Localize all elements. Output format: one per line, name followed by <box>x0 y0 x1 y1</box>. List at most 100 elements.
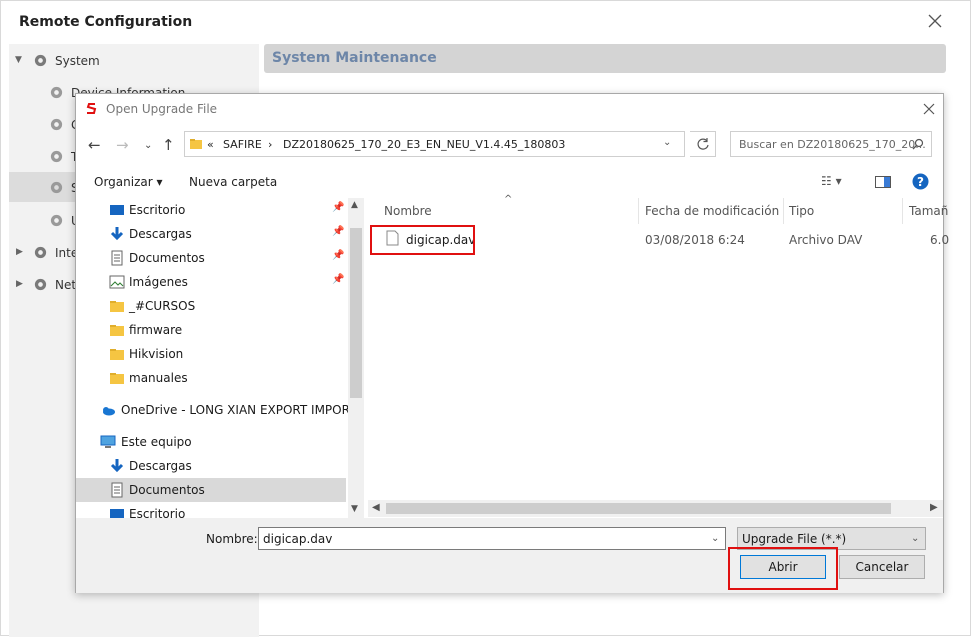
nav-item-documentos[interactable]: Documentos 📌 <box>76 246 346 270</box>
document-icon <box>111 482 123 498</box>
nav-item-firmware[interactable]: firmware <box>76 318 346 342</box>
nav-pane-scrollbar[interactable]: ▲ ▼ <box>348 198 364 518</box>
breadcrumb-current-folder[interactable]: DZ20180625_170_20_E3_EN_NEU_V1.4.45_1808… <box>283 138 565 151</box>
tree-item-label: System <box>55 54 100 68</box>
nav-item-label: Imágenes <box>129 275 188 289</box>
column-divider[interactable] <box>783 198 784 224</box>
pin-icon[interactable]: 📌 <box>332 274 344 285</box>
expand-arrow-icon[interactable]: ▶ <box>16 279 23 289</box>
navigation-pane: Escritorio 📌 Descargas 📌 Documentos 📌 Im… <box>76 198 348 518</box>
address-chevrons[interactable]: « <box>207 138 214 151</box>
scroll-right-icon[interactable]: ▶ <box>930 502 938 513</box>
nav-item-descargas-pc[interactable]: Descargas <box>76 454 346 478</box>
expand-arrow-icon[interactable]: ▶ <box>16 247 23 257</box>
nav-item-este-equipo[interactable]: Este equipo <box>76 430 346 454</box>
filename-input[interactable]: digicap.dav ⌄ <box>258 527 726 550</box>
chevron-down-icon[interactable]: ⌄ <box>711 533 719 544</box>
new-folder-button[interactable]: Nueva carpeta <box>189 175 277 189</box>
scroll-up-icon[interactable]: ▲ <box>351 200 358 210</box>
view-options-icon[interactable]: ☷ ▾ <box>821 174 842 188</box>
breadcrumb-safire[interactable]: SAFIRE <box>223 138 262 151</box>
section-title: System Maintenance <box>272 50 437 66</box>
refresh-button[interactable] <box>690 131 716 157</box>
refresh-icon <box>697 138 709 150</box>
pin-icon[interactable]: 📌 <box>332 226 344 237</box>
gear-icon <box>34 246 47 259</box>
search-input[interactable]: Buscar en DZ20180625_170_20... <box>730 131 932 157</box>
desktop-icon <box>110 509 124 518</box>
nav-item-descargas[interactable]: Descargas 📌 <box>76 222 346 246</box>
tree-item-system[interactable]: ▼ System <box>9 45 259 75</box>
computer-icon <box>100 435 116 448</box>
cloud-icon <box>103 407 115 416</box>
nav-item-cursos[interactable]: _#CURSOS <box>76 294 346 318</box>
chevron-down-icon[interactable]: ⌄ <box>911 533 919 544</box>
pin-icon[interactable]: 📌 <box>332 250 344 261</box>
nav-item-label: manuales <box>129 371 188 385</box>
scroll-left-icon[interactable]: ◀ <box>372 502 380 513</box>
organize-menu[interactable]: Organizar ▾ <box>94 175 163 189</box>
folder-icon <box>190 139 202 149</box>
nav-item-documentos-pc[interactable]: Documentos <box>76 478 346 502</box>
preview-pane-icon[interactable] <box>875 176 891 188</box>
organize-label: Organizar <box>94 175 153 189</box>
forward-arrow-icon[interactable]: → <box>116 136 129 154</box>
open-upgrade-file-dialog: Open Upgrade File ← → ⌄ ↑ « SAFIRE › DZ2… <box>75 93 949 593</box>
nav-item-label: Documentos <box>129 483 205 497</box>
column-header-size[interactable]: Tamañ <box>909 204 948 218</box>
help-icon[interactable]: ? <box>912 173 929 190</box>
image-icon <box>109 275 125 289</box>
nav-item-label: Este equipo <box>121 435 192 449</box>
gear-icon <box>50 86 63 99</box>
scroll-down-icon[interactable]: ▼ <box>351 504 358 514</box>
file-modified: 03/08/2018 6:24 <box>645 233 745 247</box>
cancel-button[interactable]: Cancelar <box>839 555 925 579</box>
dialog-title: Open Upgrade File <box>106 102 218 116</box>
pin-icon[interactable]: 📌 <box>332 202 344 213</box>
gear-icon <box>50 118 63 131</box>
nav-item-label: Hikvision <box>129 347 184 361</box>
address-bar[interactable]: « SAFIRE › DZ20180625_170_20_E3_EN_NEU_V… <box>184 131 685 157</box>
nav-item-onedrive[interactable]: OneDrive - LONG XIAN EXPORT IMPORT, SI <box>76 398 348 422</box>
nav-item-escritorio-pc[interactable]: Escritorio <box>76 502 346 518</box>
scrollbar-thumb[interactable] <box>386 503 891 514</box>
nav-item-hikvision[interactable]: Hikvision <box>76 342 346 366</box>
gear-icon <box>50 150 63 163</box>
filename-label: Nombre: <box>206 532 258 546</box>
column-header-modified[interactable]: Fecha de modificación <box>645 204 779 218</box>
file-type-value: Upgrade File (*.*) <box>742 532 847 546</box>
dialog-footer: Nombre: digicap.dav ⌄ Upgrade File (*.*)… <box>76 518 943 593</box>
download-icon <box>110 227 124 241</box>
back-arrow-icon[interactable]: ← <box>88 136 101 154</box>
column-header-name[interactable]: Nombre <box>384 204 432 218</box>
nav-item-manuales[interactable]: manuales <box>76 366 346 390</box>
column-divider[interactable] <box>638 198 639 224</box>
gear-icon <box>34 54 47 67</box>
close-icon[interactable] <box>921 101 937 117</box>
nav-item-imagenes[interactable]: Imágenes 📌 <box>76 270 346 294</box>
window-title: Remote Configuration <box>19 14 193 30</box>
recent-chevron-icon[interactable]: ⌄ <box>144 140 152 151</box>
expand-arrow-icon[interactable]: ▼ <box>15 55 22 65</box>
gear-icon <box>50 214 63 227</box>
address-dropdown-icon[interactable]: ⌄ <box>663 137 671 148</box>
close-icon[interactable] <box>925 11 945 31</box>
file-size: 6.0 <box>930 233 950 247</box>
scrollbar-thumb[interactable] <box>350 228 362 398</box>
up-arrow-icon[interactable]: ↑ <box>162 136 175 154</box>
desktop-icon <box>110 205 124 215</box>
nav-item-label: Descargas <box>129 459 192 473</box>
filename-value: digicap.dav <box>263 532 333 546</box>
download-icon <box>110 459 124 473</box>
nav-item-escritorio[interactable]: Escritorio 📌 <box>76 198 346 222</box>
nav-item-label: Escritorio <box>129 507 186 518</box>
app-logo-icon <box>86 103 97 114</box>
folder-icon <box>110 325 124 336</box>
highlight-box-file <box>370 225 475 255</box>
sort-up-icon: ^ <box>504 194 513 205</box>
nav-item-label: Escritorio <box>129 203 186 217</box>
nav-item-label: OneDrive - LONG XIAN EXPORT IMPORT, SI <box>121 403 348 417</box>
column-divider[interactable] <box>902 198 903 224</box>
file-list-hscrollbar[interactable]: ◀ ▶ <box>368 500 943 517</box>
column-header-type[interactable]: Tipo <box>789 204 814 218</box>
